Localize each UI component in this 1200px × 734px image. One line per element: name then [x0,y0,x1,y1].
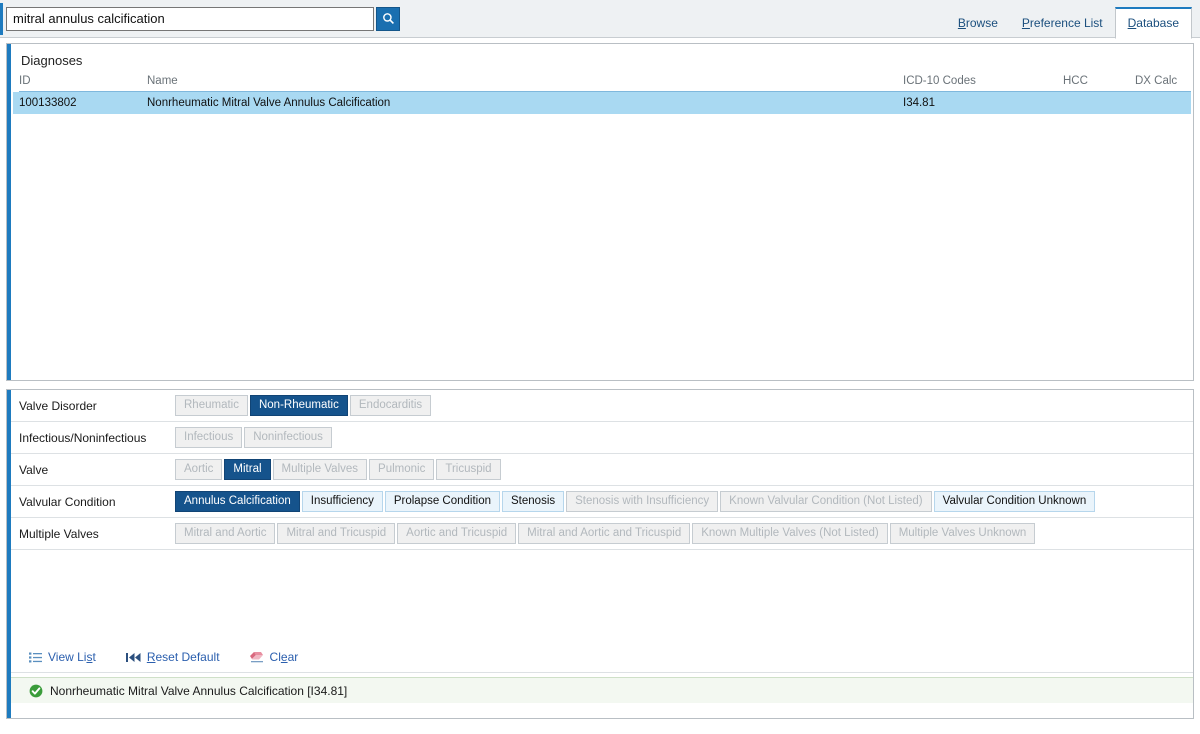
criteria-row: Infectious/Noninfectious Infectious Noninf… [7,422,1193,454]
reset-default-label: Reset Default [146,650,220,664]
criteria-option: Rheumatic [175,395,248,416]
criteria-label: Valvular Condition [19,494,116,509]
search-icon [382,12,395,25]
view-list-label: View List [48,650,96,664]
view-list-button[interactable]: View List [29,650,96,664]
rewind-icon [125,652,141,663]
criteria-option: Aortic and Tricuspid [397,523,517,544]
criteria-row: Valvular Condition Annulus Calcification I… [7,486,1193,518]
criteria-option: Known Valvular Condition (Not Listed) [720,491,932,512]
criteria-option: Mitral and Aortic [175,523,276,544]
criteria-label: Valve Disorder [19,398,97,413]
criteria-option[interactable]: Stenosis [502,491,565,512]
search-group [6,6,400,31]
criteria-option-group: Rheumatic Non-Rheumatic Endocarditis [175,395,432,416]
criteria-option-group: Annulus Calcification Insufficiency Prolap… [175,491,1096,512]
results-table-header: ID Name ICD-10 Codes HCC DX Calc [19,75,1191,92]
nav-tabs: Browse Preference List Database [946,0,1200,39]
column-header-icd10[interactable]: ICD-10 Codes [903,75,1063,87]
criteria-option[interactable]: Prolapse Condition [384,491,501,512]
column-header-dx-calc[interactable]: DX Calc [1135,75,1200,87]
criteria-option: Infectious [175,427,243,448]
column-header-hcc[interactable]: HCC [1063,75,1135,87]
criteria-option-group: Aortic Mitral Multiple Valves Pulmonic Tricu… [175,459,501,480]
criteria-option: Stenosis with Insufficiency [566,491,719,512]
criteria-option: Mitral and Aortic and Tricuspid [518,523,691,544]
clear-label: Clear [269,650,299,664]
clear-button[interactable]: Clear [249,650,299,664]
criteria-label: Infectious/Noninfectious [19,430,147,445]
criteria-label: Valve [19,462,49,477]
tab-database[interactable]: Database [1114,6,1192,39]
panel-accent-bar [7,44,11,380]
cell-icd10: I34.81 [903,97,935,109]
criteria-option: Tricuspid [436,459,501,480]
criteria-option[interactable]: Mitral [224,459,271,480]
search-input[interactable] [6,6,374,31]
search-button[interactable] [376,6,400,31]
criteria-option-group: Infectious Noninfectious [175,427,332,448]
criteria-option[interactable]: Non-Rheumatic [249,395,348,416]
criteria-option: Pulmonic [369,459,435,480]
column-header-name[interactable]: Name [147,75,903,87]
criteria-label: Multiple Valves [19,526,99,541]
action-toolbar: View List Reset Default Clear [7,642,1193,673]
criteria-row: Valve Aortic Mitral Multiple Valves Pulmonic… [7,454,1193,486]
status-text: Nonrheumatic Mitral Valve Annulus Calcif… [50,683,348,698]
results-panel: Diagnoses ID Name ICD-10 Codes HCC DX Ca… [6,43,1194,381]
reset-default-button[interactable]: Reset Default [125,650,220,664]
criteria-option: Noninfectious [244,427,332,448]
criteria-option: Known Multiple Valves (Not Listed) [692,523,888,544]
criteria-rows: Valve Disorder Rheumatic Non-Rheumatic Endo… [7,390,1193,550]
check-circle-icon [29,684,43,698]
criteria-option[interactable]: Insufficiency [301,491,383,512]
criteria-row: Valve Disorder Rheumatic Non-Rheumatic Endo… [7,390,1193,422]
tab-preference-list[interactable]: Preference List [1010,8,1115,38]
criteria-option: Multiple Valves [272,459,368,480]
cell-id: 100133802 [19,97,77,109]
criteria-option[interactable]: Annulus Calcification [175,491,300,512]
criteria-row: Multiple Valves Mitral and Aortic Mitral a… [7,518,1193,550]
results-title: Diagnoses [21,53,83,68]
tab-browse[interactable]: Browse [946,8,1010,38]
status-bar: Nonrheumatic Mitral Valve Annulus Calcif… [7,677,1193,703]
table-row[interactable]: 100133802 Nonrheumatic Mitral Valve Annu… [13,92,1191,114]
accent-bar [0,3,3,35]
column-header-id[interactable]: ID [19,75,147,87]
eraser-icon [249,651,264,663]
top-search-bar: Browse Preference List Database [0,0,1200,39]
list-icon [29,652,42,663]
criteria-option: Multiple Valves Unknown [889,523,1036,544]
criteria-option: Aortic [175,459,223,480]
criteria-option-group: Mitral and Aortic Mitral and Tricuspid Aor… [175,523,1036,544]
panel-accent-bar [7,390,11,718]
criteria-option: Mitral and Tricuspid [277,523,396,544]
criteria-panel: Valve Disorder Rheumatic Non-Rheumatic Endo… [6,389,1194,719]
criteria-option[interactable]: Valvular Condition Unknown [933,491,1096,512]
cell-name: Nonrheumatic Mitral Valve Annulus Calcif… [147,97,391,109]
criteria-option: Endocarditis [349,395,432,416]
